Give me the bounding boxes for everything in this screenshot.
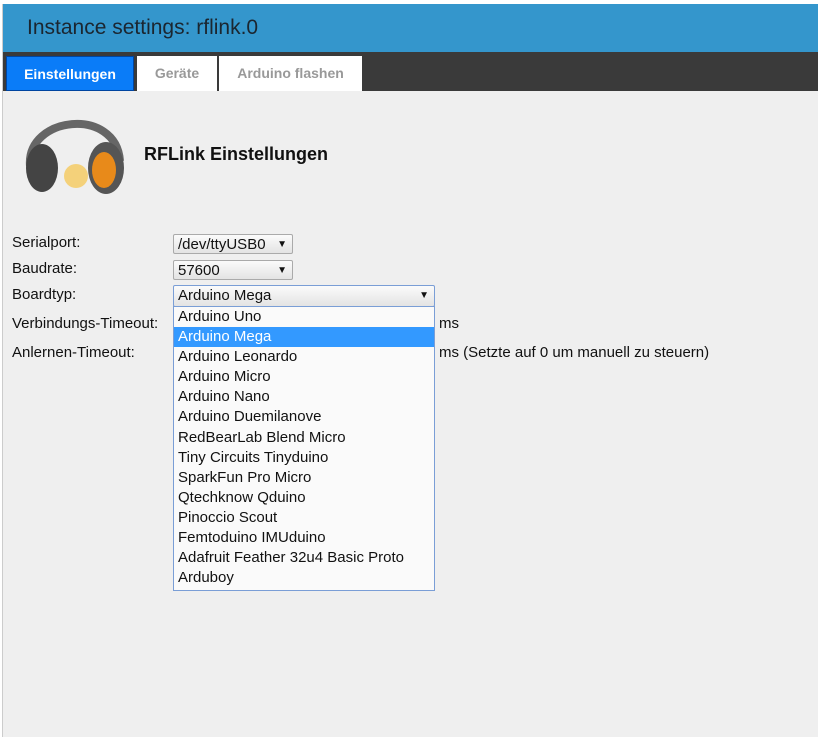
tab-bar: Einstellungen Geräte Arduino flashen	[3, 52, 818, 91]
chevron-down-icon: ▼	[419, 290, 429, 301]
boardtyp-label: Boardtyp:	[12, 286, 77, 303]
serialport-label: Serialport:	[12, 234, 81, 251]
dropdown-option[interactable]: Arduino Duemilanove	[174, 407, 434, 427]
dropdown-option[interactable]: Arduino Nano	[174, 387, 434, 407]
dropdown-option[interactable]: Arduboy	[174, 568, 434, 588]
verbindungs-timeout-unit: ms	[439, 315, 459, 332]
boardtyp-dropdown-list: Arduino Uno Arduino Mega Arduino Leonardo A…	[173, 306, 435, 591]
anlernen-timeout-label: Anlernen-Timeout:	[12, 344, 135, 361]
verbindungs-timeout-label: Verbindungs-Timeout:	[12, 315, 159, 332]
baudrate-label: Baudrate:	[12, 260, 78, 277]
dropdown-option[interactable]: SparkFun Pro Micro	[174, 468, 434, 488]
baudrate-select[interactable]: 57600 ▼	[173, 260, 293, 280]
baudrate-value: 57600	[178, 262, 220, 279]
serialport-value: /dev/ttyUSB0	[178, 236, 266, 253]
dropdown-option[interactable]: Tiny Circuits Tinyduino	[174, 448, 434, 468]
window-title: Instance settings: rflink.0	[3, 4, 818, 52]
dropdown-option[interactable]: Qtechknow Qduino	[174, 488, 434, 508]
dropdown-option[interactable]: Adafruit Feather 32u4 Basic Proto	[174, 548, 434, 568]
headphones-logo-icon	[25, 120, 124, 194]
section-heading: RFLink Einstellungen	[144, 144, 329, 164]
dropdown-option[interactable]: Arduino Leonardo	[174, 347, 434, 367]
tab-geraete[interactable]: Geräte	[137, 56, 217, 91]
dropdown-option[interactable]: Arduino Micro	[174, 367, 434, 387]
dropdown-option[interactable]: Arduino Mega	[174, 327, 434, 348]
chevron-down-icon: ▼	[277, 239, 287, 250]
chevron-down-icon: ▼	[277, 265, 287, 276]
dropdown-option[interactable]: Arduino Uno	[174, 307, 434, 327]
anlernen-timeout-unit: ms (Setzte auf 0 um manuell zu steuern)	[439, 344, 710, 361]
tab-einstellungen[interactable]: Einstellungen	[6, 56, 134, 91]
boardtyp-select[interactable]: Arduino Mega ▼	[173, 285, 435, 307]
serialport-select[interactable]: /dev/ttyUSB0 ▼	[173, 234, 293, 254]
boardtyp-value: Arduino Mega	[178, 287, 272, 304]
tab-arduino-flashen[interactable]: Arduino flashen	[219, 56, 362, 91]
dropdown-option[interactable]: Femtoduino IMUduino	[174, 528, 434, 548]
dropdown-option[interactable]: RedBearLab Blend Micro	[174, 428, 434, 448]
dropdown-option[interactable]: Pinoccio Scout	[174, 508, 434, 528]
